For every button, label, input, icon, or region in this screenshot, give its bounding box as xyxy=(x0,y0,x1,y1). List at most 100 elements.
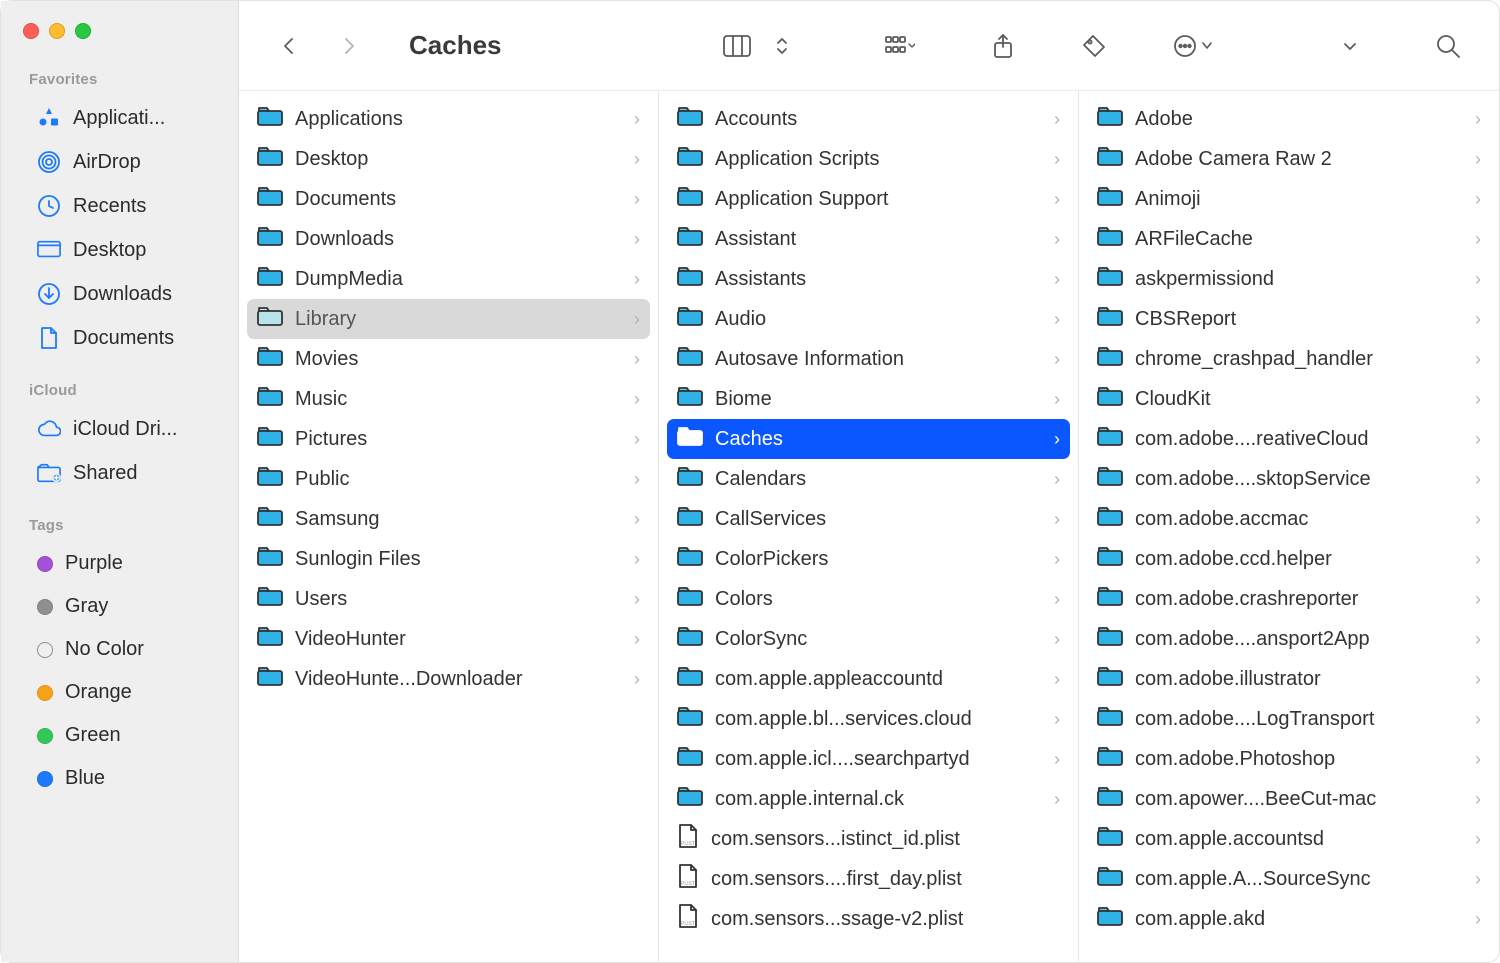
finder-item[interactable]: Caches › xyxy=(667,419,1070,459)
finder-item[interactable]: Library › xyxy=(247,299,650,339)
finder-item[interactable]: PLIST com.sensors...ssage-v2.plist xyxy=(667,899,1070,939)
group-by-button[interactable] xyxy=(877,29,923,63)
column-2[interactable]: Adobe › Adobe Camera Raw 2 › Animoji › A… xyxy=(1079,91,1499,962)
finder-item[interactable]: Autosave Information › xyxy=(667,339,1070,379)
finder-item[interactable]: Accounts › xyxy=(667,99,1070,139)
finder-item[interactable]: VideoHunter › xyxy=(247,619,650,659)
sidebar-item-gray[interactable]: Gray xyxy=(11,585,228,628)
chevron-down-icon[interactable] xyxy=(1333,31,1367,61)
finder-item[interactable]: ARFileCache › xyxy=(1087,219,1491,259)
sidebar-item-recents[interactable]: Recents xyxy=(11,184,228,228)
folder-icon xyxy=(677,385,703,413)
finder-item[interactable]: Adobe › xyxy=(1087,99,1491,139)
sidebar-item-desktop[interactable]: Desktop xyxy=(11,228,228,272)
folder-icon xyxy=(257,545,283,573)
finder-item[interactable]: Adobe Camera Raw 2 › xyxy=(1087,139,1491,179)
finder-item[interactable]: Sunlogin Files › xyxy=(247,539,650,579)
search-button[interactable] xyxy=(1427,27,1469,65)
finder-item[interactable]: VideoHunte...Downloader › xyxy=(247,659,650,699)
finder-item[interactable]: Audio › xyxy=(667,299,1070,339)
finder-item[interactable]: Desktop › xyxy=(247,139,650,179)
share-button[interactable] xyxy=(983,27,1023,65)
finder-item[interactable]: Animoji › xyxy=(1087,179,1491,219)
finder-item[interactable]: Public › xyxy=(247,459,650,499)
finder-item[interactable]: Downloads › xyxy=(247,219,650,259)
sidebar-item-documents[interactable]: Documents xyxy=(11,316,228,360)
finder-item[interactable]: com.adobe....LogTransport › xyxy=(1087,699,1491,739)
fullscreen-button[interactable] xyxy=(75,23,91,39)
finder-item[interactable]: askpermissiond › xyxy=(1087,259,1491,299)
finder-item[interactable]: com.apple.internal.ck › xyxy=(667,779,1070,819)
finder-item[interactable]: com.apple.icl....searchpartyd › xyxy=(667,739,1070,779)
chevron-right-icon: › xyxy=(1054,229,1060,250)
action-menu-button[interactable] xyxy=(1165,28,1223,64)
finder-item[interactable]: Application Support › xyxy=(667,179,1070,219)
finder-item[interactable]: Documents › xyxy=(247,179,650,219)
finder-item[interactable]: CBSReport › xyxy=(1087,299,1491,339)
folder-icon xyxy=(1097,385,1123,413)
finder-item[interactable]: com.apple.appleaccountd › xyxy=(667,659,1070,699)
airdrop-icon xyxy=(37,150,61,174)
folder-icon xyxy=(257,225,283,253)
column-1[interactable]: Accounts › Application Scripts › Applica… xyxy=(659,91,1079,962)
view-columns-icon[interactable] xyxy=(715,29,759,63)
finder-item[interactable]: ColorPickers › xyxy=(667,539,1070,579)
folder-icon xyxy=(1097,185,1123,213)
sidebar-item-shared[interactable]: Shared xyxy=(11,451,228,495)
forward-button[interactable] xyxy=(329,28,369,64)
sidebar-item-orange[interactable]: Orange xyxy=(11,671,228,714)
finder-item[interactable]: PLIST com.sensors....first_day.plist xyxy=(667,859,1070,899)
sidebar-item-applicati-[interactable]: Applicati... xyxy=(11,96,228,140)
minimize-button[interactable] xyxy=(49,23,65,39)
chevron-right-icon: › xyxy=(634,669,640,690)
tag-dot-icon xyxy=(37,556,53,572)
sidebar-item-airdrop[interactable]: AirDrop xyxy=(11,140,228,184)
finder-item[interactable]: Biome › xyxy=(667,379,1070,419)
sidebar-item-no-color[interactable]: No Color xyxy=(11,628,228,671)
finder-item[interactable]: Pictures › xyxy=(247,419,650,459)
finder-item[interactable]: ColorSync › xyxy=(667,619,1070,659)
finder-item[interactable]: chrome_crashpad_handler › xyxy=(1087,339,1491,379)
sidebar-item-blue[interactable]: Blue xyxy=(11,757,228,800)
finder-item[interactable]: com.apple.akd › xyxy=(1087,899,1491,939)
folder-icon xyxy=(257,585,283,613)
finder-item[interactable]: CallServices › xyxy=(667,499,1070,539)
finder-item[interactable]: com.apple.bl...services.cloud › xyxy=(667,699,1070,739)
sidebar-item-purple[interactable]: Purple xyxy=(11,542,228,585)
finder-item[interactable]: com.apower....BeeCut-mac › xyxy=(1087,779,1491,819)
finder-item[interactable]: com.adobe....reativeCloud › xyxy=(1087,419,1491,459)
item-name: Biome xyxy=(715,388,1042,411)
finder-item[interactable]: com.adobe.Photoshop › xyxy=(1087,739,1491,779)
back-button[interactable] xyxy=(269,28,309,64)
column-0[interactable]: Applications › Desktop › Documents › Dow… xyxy=(239,91,659,962)
finder-item[interactable]: Users › xyxy=(247,579,650,619)
finder-item[interactable]: CloudKit › xyxy=(1087,379,1491,419)
sidebar-item-downloads[interactable]: Downloads xyxy=(11,272,228,316)
finder-item[interactable]: com.adobe.crashreporter › xyxy=(1087,579,1491,619)
view-switch-icon[interactable] xyxy=(767,29,797,63)
finder-item[interactable]: com.adobe.accmac › xyxy=(1087,499,1491,539)
finder-item[interactable]: com.apple.A...SourceSync › xyxy=(1087,859,1491,899)
finder-item[interactable]: com.apple.accountsd › xyxy=(1087,819,1491,859)
file-icon: PLIST xyxy=(677,863,699,895)
finder-item[interactable]: Assistant › xyxy=(667,219,1070,259)
finder-item[interactable]: Applications › xyxy=(247,99,650,139)
finder-item[interactable]: com.adobe.illustrator › xyxy=(1087,659,1491,699)
finder-item[interactable]: com.adobe....ansport2App › xyxy=(1087,619,1491,659)
finder-item[interactable]: Samsung › xyxy=(247,499,650,539)
finder-item[interactable]: Assistants › xyxy=(667,259,1070,299)
finder-item[interactable]: Application Scripts › xyxy=(667,139,1070,179)
sidebar-item-green[interactable]: Green xyxy=(11,714,228,757)
finder-item[interactable]: Colors › xyxy=(667,579,1070,619)
tags-button[interactable] xyxy=(1073,27,1115,65)
finder-item[interactable]: PLIST com.sensors...istinct_id.plist xyxy=(667,819,1070,859)
finder-item[interactable]: Calendars › xyxy=(667,459,1070,499)
finder-item[interactable]: com.adobe....sktopService › xyxy=(1087,459,1491,499)
finder-item[interactable]: DumpMedia › xyxy=(247,259,650,299)
finder-item[interactable]: Music › xyxy=(247,379,650,419)
item-name: Applications xyxy=(295,108,622,131)
close-button[interactable] xyxy=(23,23,39,39)
finder-item[interactable]: com.adobe.ccd.helper › xyxy=(1087,539,1491,579)
finder-item[interactable]: Movies › xyxy=(247,339,650,379)
sidebar-item-icloud-dri-[interactable]: iCloud Dri... xyxy=(11,407,228,451)
